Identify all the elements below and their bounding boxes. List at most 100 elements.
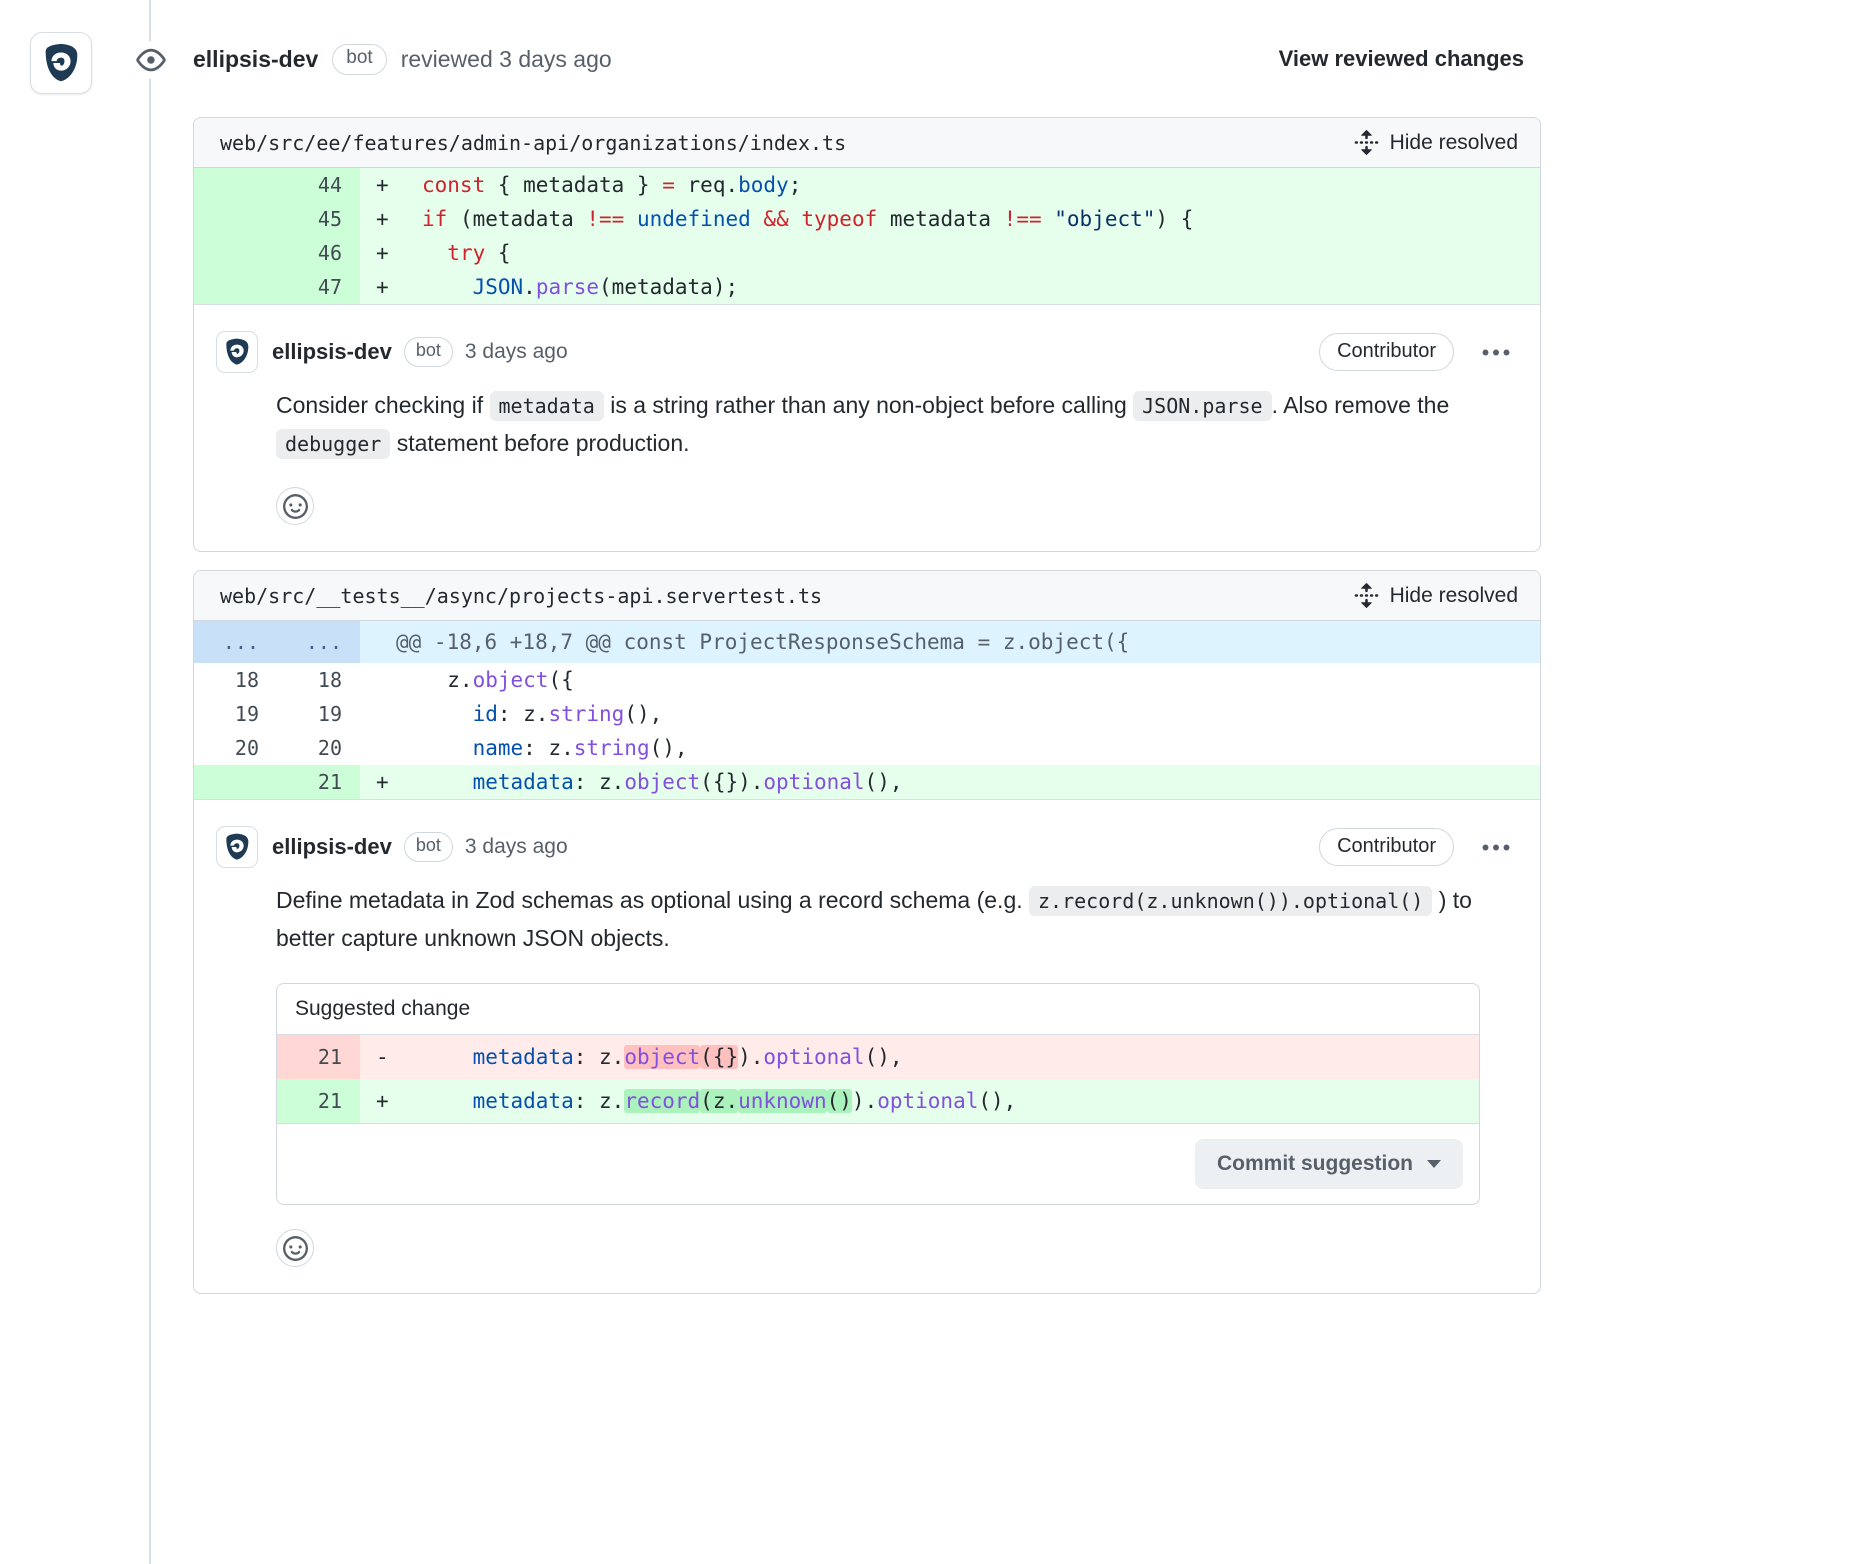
line-number[interactable]: 21 [277, 1035, 360, 1079]
line-number[interactable]: 19 [277, 697, 360, 731]
reviewer-name[interactable]: ellipsis-dev [193, 46, 318, 73]
diff-line: 44+const { metadata } = req.body; [194, 168, 1540, 202]
code-content: @@ -18,6 +18,7 @@ const ProjectResponseS… [360, 621, 1540, 663]
hide-resolved-label: Hide resolved [1390, 131, 1518, 155]
comment-timestamp[interactable]: 3 days ago [465, 835, 568, 859]
diff-sign: + [376, 270, 422, 304]
line-number[interactable]: 46 [277, 236, 360, 270]
comment-avatar[interactable] [216, 826, 258, 868]
file-path[interactable]: web/src/ee/features/admin-api/organizati… [220, 131, 846, 155]
unfold-icon [1353, 582, 1380, 609]
diff-block: 44+const { metadata } = req.body;45+if (… [194, 168, 1540, 304]
diff-line: 2020 name: z.string(), [194, 731, 1540, 765]
view-reviewed-changes-link[interactable]: View reviewed changes [1279, 46, 1524, 72]
diff-block: ......@@ -18,6 +18,7 @@ const ProjectRes… [194, 621, 1540, 799]
line-number[interactable]: 20 [277, 731, 360, 765]
contributor-badge: Contributor [1319, 333, 1454, 371]
smiley-icon [283, 1236, 308, 1261]
add-reaction-button[interactable] [276, 487, 314, 525]
line-number[interactable] [194, 765, 277, 799]
add-reaction-button[interactable] [276, 1229, 314, 1267]
reviewer-avatar[interactable] [30, 32, 92, 94]
commit-suggestion-button[interactable]: Commit suggestion [1195, 1139, 1463, 1189]
caret-down-icon [1427, 1160, 1441, 1168]
diff-sign: + [376, 236, 422, 270]
ellipsis-logo-icon [38, 40, 84, 86]
code-content: + metadata: z.object({}).optional(), [360, 765, 1540, 799]
inline-code: JSON.parse [1133, 391, 1271, 421]
review-header: ellipsis-dev bot reviewed 3 days ago [193, 44, 612, 75]
file-path[interactable]: web/src/__tests__/async/projects-api.ser… [220, 584, 822, 608]
diff-sign: + [376, 202, 422, 236]
line-number[interactable]: 47 [277, 270, 360, 304]
diff-sign: + [376, 168, 422, 202]
kebab-menu-button[interactable] [1476, 837, 1516, 858]
line-number[interactable] [194, 202, 277, 236]
file-header: web/src/ee/features/admin-api/organizati… [194, 118, 1540, 168]
diff-line: 21+ metadata: z.record(z.unknown()).opti… [277, 1079, 1479, 1123]
kebab-icon [1482, 348, 1510, 357]
suggested-change-box: Suggested change 21- metadata: z.object(… [276, 983, 1480, 1205]
line-number[interactable]: 45 [277, 202, 360, 236]
diff-line: 47+ JSON.parse(metadata); [194, 270, 1540, 304]
review-meta-text: reviewed 3 days ago [401, 46, 612, 73]
diff-sign: + [376, 1079, 422, 1123]
kebab-menu-button[interactable] [1476, 342, 1516, 363]
inline-code: debugger [276, 429, 390, 459]
review-event-badge [132, 41, 170, 79]
hide-resolved-button[interactable]: Hide resolved [1353, 129, 1518, 156]
bot-badge: bot [404, 832, 453, 862]
suggested-change-title: Suggested change [277, 984, 1479, 1035]
hide-resolved-button[interactable]: Hide resolved [1353, 582, 1518, 609]
line-number[interactable]: ... [277, 621, 360, 663]
ellipsis-logo-icon [221, 336, 253, 368]
line-number[interactable] [194, 236, 277, 270]
line-number[interactable]: ... [194, 621, 277, 663]
diff-line: 21+ metadata: z.object({}).optional(), [194, 765, 1540, 799]
comment-timestamp[interactable]: 3 days ago [465, 340, 568, 364]
line-number[interactable] [194, 168, 277, 202]
diff-line: 46+ try { [194, 236, 1540, 270]
file-header: web/src/__tests__/async/projects-api.ser… [194, 571, 1540, 621]
unfold-icon [1353, 129, 1380, 156]
diff-sign: + [376, 765, 422, 799]
bot-badge: bot [404, 337, 453, 367]
line-number[interactable]: 44 [277, 168, 360, 202]
comment-author[interactable]: ellipsis-dev [272, 339, 392, 365]
inline-code: z.record(z.unknown()).optional() [1029, 886, 1432, 916]
code-content: + JSON.parse(metadata); [360, 270, 1540, 304]
line-number[interactable]: 21 [277, 765, 360, 799]
review-thread-card: web/src/__tests__/async/projects-api.ser… [193, 570, 1541, 1294]
comment-author[interactable]: ellipsis-dev [272, 834, 392, 860]
diff-line: 1919 id: z.string(), [194, 697, 1540, 731]
comment-thread: ellipsis-dev bot 3 days ago Contributor … [194, 799, 1540, 1293]
suggestion-footer: Commit suggestion [277, 1123, 1479, 1204]
review-thread-card: web/src/ee/features/admin-api/organizati… [193, 117, 1541, 552]
diff-line: 45+if (metadata !== undefined && typeof … [194, 202, 1540, 236]
code-content: +if (metadata !== undefined && typeof me… [360, 202, 1540, 236]
comment-body: Define metadata in Zod schemas as option… [276, 882, 1482, 957]
code-content: + try { [360, 236, 1540, 270]
code-content: +const { metadata } = req.body; [360, 168, 1540, 202]
line-number[interactable]: 20 [194, 731, 277, 765]
line-number[interactable]: 19 [194, 697, 277, 731]
kebab-icon [1482, 843, 1510, 852]
code-content: id: z.string(), [360, 697, 1540, 731]
ellipsis-logo-icon [221, 831, 253, 863]
line-number[interactable]: 18 [194, 663, 277, 697]
comment-header: ellipsis-dev bot 3 days ago Contributor [216, 826, 1516, 868]
comment-thread: ellipsis-dev bot 3 days ago Contributor … [194, 304, 1540, 551]
code-content: + metadata: z.record(z.unknown()).option… [360, 1079, 1479, 1123]
hide-resolved-label: Hide resolved [1390, 584, 1518, 608]
comment-avatar[interactable] [216, 331, 258, 373]
timeline-line [149, 0, 151, 1564]
line-number[interactable]: 21 [277, 1079, 360, 1123]
code-content: name: z.string(), [360, 731, 1540, 765]
inline-code: metadata [490, 391, 604, 421]
smiley-icon [283, 494, 308, 519]
diff-line: 21- metadata: z.object({}).optional(), [277, 1035, 1479, 1079]
line-number[interactable]: 18 [277, 663, 360, 697]
line-number[interactable] [194, 270, 277, 304]
diff-line: 1818 z.object({ [194, 663, 1540, 697]
code-content: z.object({ [360, 663, 1540, 697]
